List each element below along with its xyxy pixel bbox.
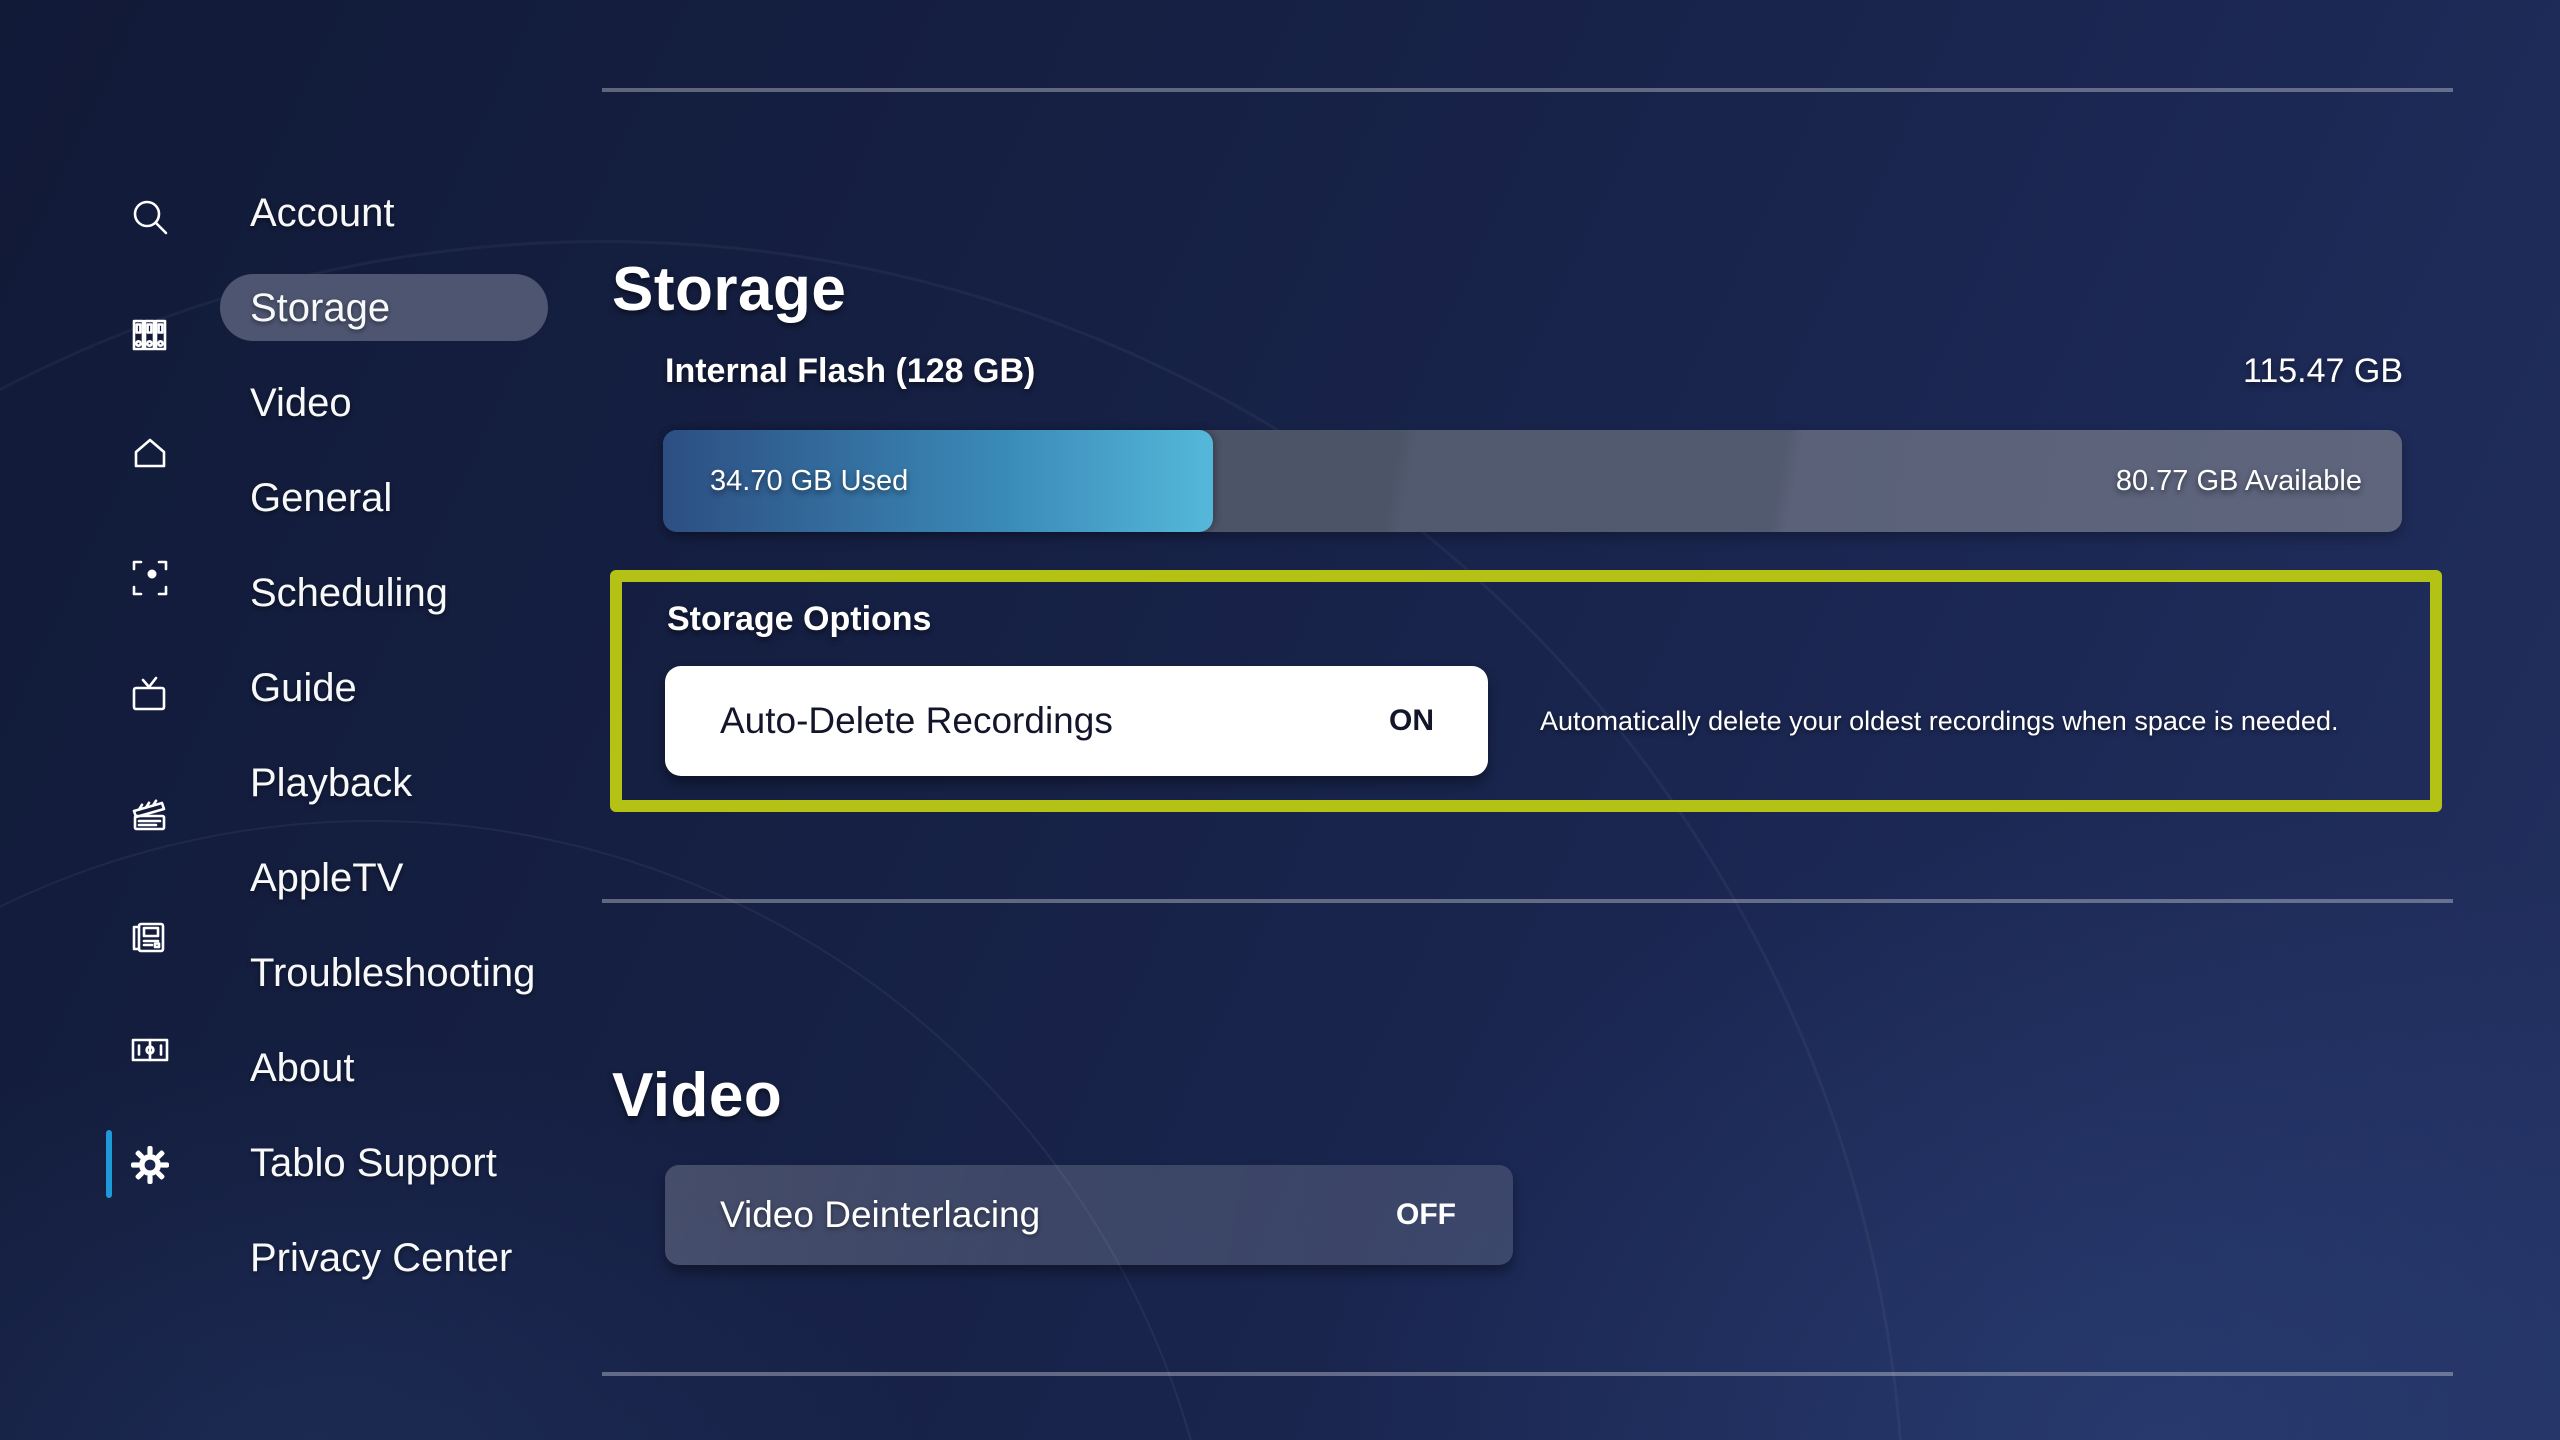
- sidebar-item-scheduling[interactable]: Scheduling: [0, 546, 560, 640]
- sidebar-item-label: Video: [250, 356, 352, 450]
- sidebar-item-general[interactable]: General: [0, 451, 560, 545]
- sidebar-item-video[interactable]: Video: [0, 356, 560, 450]
- sidebar-item-label: Troubleshooting: [250, 926, 535, 1020]
- section-divider-bottom: [602, 1372, 2453, 1376]
- sidebar-item-label: General: [250, 451, 392, 545]
- storage-usage-bar: 34.70 GB Used 80.77 GB Available: [663, 430, 2402, 532]
- sidebar-item-label: Guide: [250, 641, 357, 735]
- auto-delete-state: ON: [1389, 666, 1434, 776]
- sidebar-item-privacy-center[interactable]: Privacy Center: [0, 1211, 560, 1305]
- sidebar-item-playback[interactable]: Playback: [0, 736, 560, 830]
- sidebar-item-label: About: [250, 1021, 355, 1115]
- storage-options-heading: Storage Options: [667, 600, 931, 639]
- auto-delete-recordings-button[interactable]: Auto-Delete Recordings ON: [665, 666, 1488, 776]
- sidebar-item-troubleshooting[interactable]: Troubleshooting: [0, 926, 560, 1020]
- auto-delete-description: Automatically delete your oldest recordi…: [1540, 666, 2338, 776]
- sidebar-item-label: Storage: [250, 261, 390, 355]
- video-section-title: Video: [612, 1060, 782, 1131]
- sidebar-item-label: Account: [250, 166, 395, 260]
- total-capacity-value: 115.47 GB: [1663, 352, 2403, 391]
- usage-bar-used: 34.70 GB Used: [663, 430, 1213, 532]
- sidebar-item-tablo-support[interactable]: Tablo Support: [0, 1116, 560, 1210]
- sidebar-item-label: Privacy Center: [250, 1211, 512, 1305]
- video-deinterlacing-button[interactable]: Video Deinterlacing OFF: [665, 1165, 1513, 1265]
- sidebar-item-label: Tablo Support: [250, 1116, 497, 1210]
- auto-delete-label: Auto-Delete Recordings: [720, 666, 1113, 776]
- sidebar-item-about[interactable]: About: [0, 1021, 560, 1115]
- storage-section-title: Storage: [612, 254, 846, 325]
- video-deinterlacing-state: OFF: [1396, 1165, 1456, 1265]
- available-space-label: 80.77 GB Available: [2116, 430, 2362, 532]
- section-divider-middle: [602, 899, 2453, 903]
- settings-menu: AccountStorageVideoGeneralSchedulingGuid…: [0, 0, 580, 1440]
- sidebar-item-account[interactable]: Account: [0, 166, 560, 260]
- sidebar-item-guide[interactable]: Guide: [0, 641, 560, 735]
- section-divider-top: [602, 88, 2453, 92]
- video-deinterlacing-label: Video Deinterlacing: [720, 1165, 1040, 1265]
- sidebar-item-storage[interactable]: Storage: [0, 261, 560, 355]
- sidebar-item-label: Scheduling: [250, 546, 448, 640]
- sidebar-item-appletv[interactable]: AppleTV: [0, 831, 560, 925]
- used-space-label: 34.70 GB Used: [710, 430, 908, 532]
- settings-screen: AccountStorageVideoGeneralSchedulingGuid…: [0, 0, 2560, 1440]
- sidebar-item-label: AppleTV: [250, 831, 403, 925]
- sidebar-item-label: Playback: [250, 736, 412, 830]
- internal-flash-label: Internal Flash (128 GB): [665, 352, 1035, 391]
